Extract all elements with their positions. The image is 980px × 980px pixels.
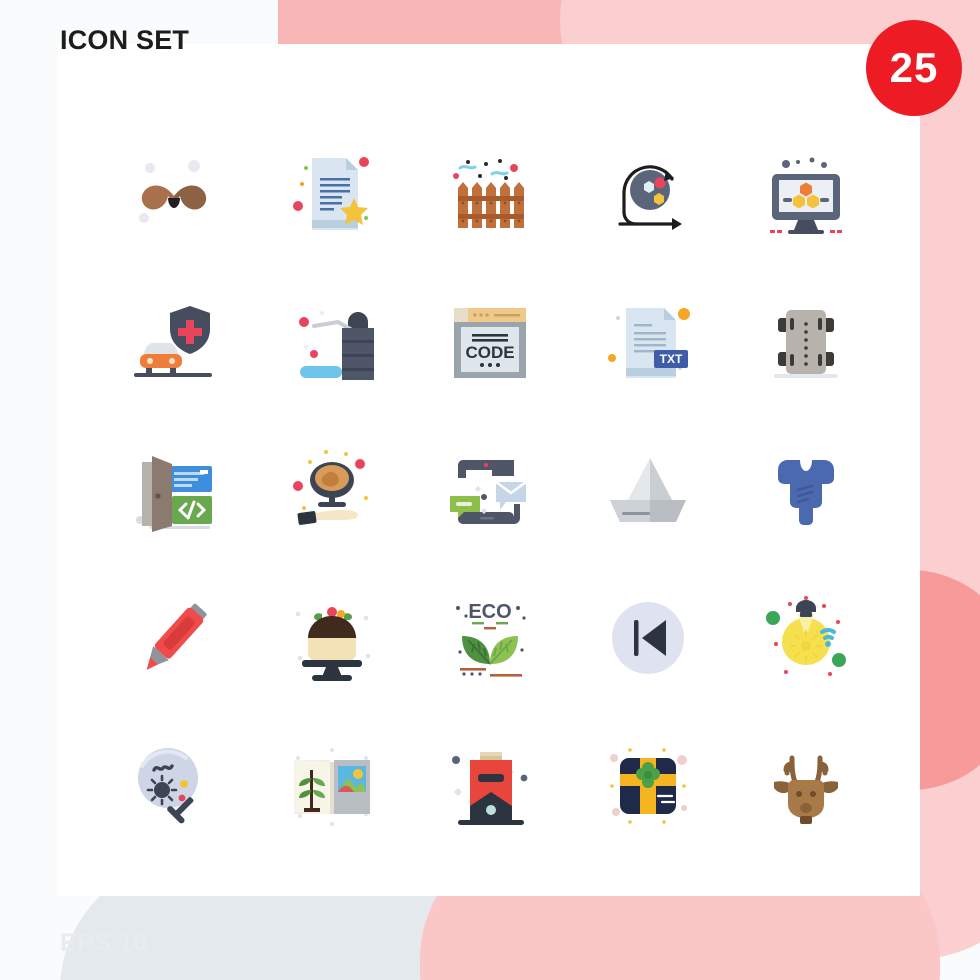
icon-cell-smart-bulb-wifi[interactable]: [727, 564, 885, 712]
icon-cell-code-window[interactable]: CODE: [411, 268, 569, 416]
icon-cell-mustache[interactable]: [95, 120, 253, 268]
eco-label: ECO: [468, 601, 511, 623]
format-label: EPS 10: [60, 929, 148, 957]
microscope-bacteria-icon: [138, 748, 198, 824]
page-title: ICON SET: [60, 25, 190, 55]
icon-cell-car-top-view[interactable]: [727, 268, 885, 416]
monitor-molecule-icon: [770, 157, 842, 234]
icon-cell-car-insurance[interactable]: [95, 268, 253, 416]
code-window-icon: CODE: [454, 308, 526, 378]
icon-cell-skip-previous[interactable]: [569, 564, 727, 712]
cake-stand-icon: [295, 607, 371, 681]
code-window-label: CODE: [465, 343, 514, 362]
icon-cell-gift-box[interactable]: [569, 712, 727, 860]
lever-machine-icon: [299, 310, 374, 380]
tshirt-icon: [778, 460, 834, 525]
icon-cell-paper-boat[interactable]: [569, 416, 727, 564]
car-insurance-icon: [134, 306, 212, 377]
mailbox-icon: [452, 752, 528, 825]
icon-grid: CODE TXT ECO: [95, 120, 885, 860]
gift-box-icon: [610, 748, 687, 824]
txt-file-icon: TXT: [608, 308, 690, 378]
car-top-view-icon: [774, 310, 838, 378]
icon-cell-eco-leaves[interactable]: ECO: [411, 564, 569, 712]
open-book-nature-icon: [294, 748, 370, 826]
icon-cell-hand-serving-pan[interactable]: [253, 416, 411, 564]
icon-cell-lever-machine[interactable]: [253, 268, 411, 416]
icon-count-badge: 25: [866, 20, 962, 116]
icon-cell-txt-file[interactable]: TXT: [569, 268, 727, 416]
mustache-icon: [139, 160, 207, 223]
recycle-molecule-icon: [618, 165, 682, 230]
smart-bulb-wifi-icon: [766, 596, 846, 676]
icon-cell-mobile-messages[interactable]: [411, 416, 569, 564]
hand-serving-pan-icon: [293, 450, 368, 525]
icon-cell-favorite-document[interactable]: [253, 120, 411, 268]
icon-cell-red-pen[interactable]: [95, 564, 253, 712]
mobile-messages-icon: [450, 460, 527, 524]
icon-cell-open-door-code[interactable]: [95, 416, 253, 564]
icon-cell-recycle-molecule[interactable]: [569, 120, 727, 268]
skip-previous-icon: [612, 602, 684, 674]
txt-file-label: TXT: [660, 352, 683, 366]
icon-cell-tshirt[interactable]: [727, 416, 885, 564]
paper-boat-icon: [610, 458, 686, 522]
wooden-fence-icon: [453, 159, 524, 228]
favorite-document-icon: [293, 157, 369, 230]
icon-cell-microscope-bacteria[interactable]: [95, 712, 253, 860]
open-door-code-icon: [136, 456, 212, 532]
icon-cell-deer-head[interactable]: [727, 712, 885, 860]
eco-leaves-icon: ECO: [456, 601, 526, 677]
icon-cell-cake-stand[interactable]: [253, 564, 411, 712]
icon-cell-monitor-molecule[interactable]: [727, 120, 885, 268]
icon-cell-mailbox[interactable]: [411, 712, 569, 860]
icon-cell-open-book-nature[interactable]: [253, 712, 411, 860]
icon-cell-wooden-fence[interactable]: [411, 120, 569, 268]
red-pen-icon: [146, 603, 207, 670]
deer-head-icon: [774, 755, 838, 824]
